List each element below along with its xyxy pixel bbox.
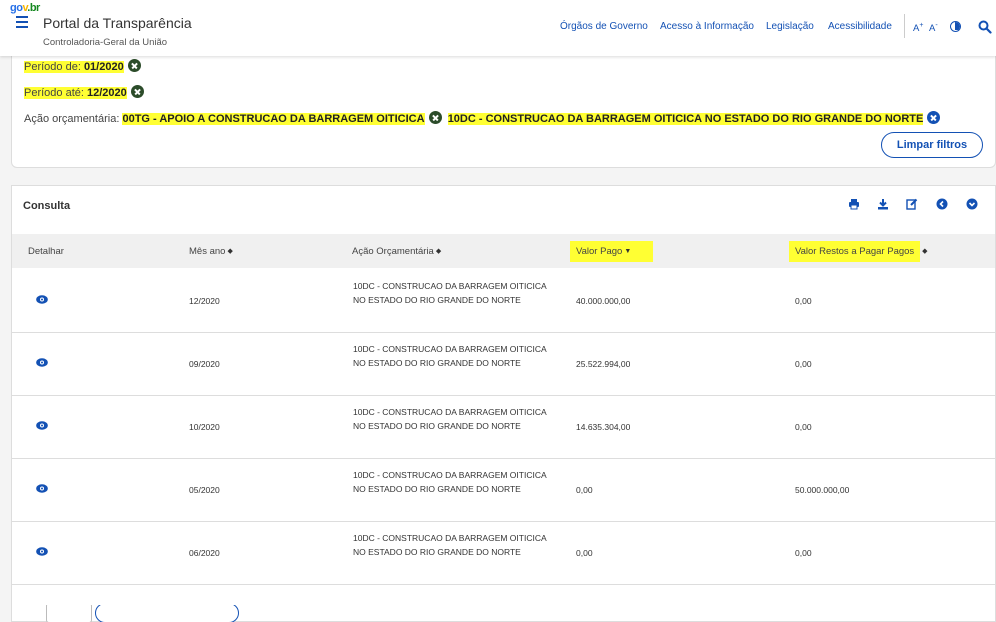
sort-icon: ◆	[922, 248, 928, 255]
table-row: 09/2020 10DC - CONSTRUCAO DA BARRAGEM OI…	[12, 332, 995, 396]
consulta-panel: Consulta Detalhar Mês ano ◆ Ação Orçament…	[11, 185, 996, 622]
cell-valor-pago: 40.000.000,00	[576, 296, 631, 306]
cell-valor-pago: 0,00	[576, 485, 593, 495]
cell-valor-pago: 14.635.304,00	[576, 422, 631, 432]
cell-valor-restos: 0,00	[795, 422, 812, 432]
hamburger-menu-icon[interactable]	[16, 16, 28, 28]
eye-icon[interactable]	[36, 547, 48, 556]
cell-mes-ano: 09/2020	[189, 359, 220, 369]
table-header: Detalhar Mês ano ◆ Ação Orçamentária ◆ Val…	[12, 234, 995, 268]
eye-icon[interactable]	[36, 484, 48, 493]
eye-icon[interactable]	[36, 295, 48, 304]
sort-desc-icon: ▼	[624, 248, 632, 255]
cell-acao: 10DC - CONSTRUCAO DA BARRAGEM OITICICA N…	[353, 470, 547, 494]
remove-filter-icon[interactable]	[428, 111, 442, 124]
search-icon[interactable]	[978, 20, 992, 34]
print-icon[interactable]	[848, 198, 860, 210]
remove-filter-icon[interactable]	[127, 59, 141, 72]
table-row: 05/2020 10DC - CONSTRUCAO DA BARRAGEM OI…	[12, 458, 995, 522]
cell-acao: 10DC - CONSTRUCAO DA BARRAGEM OITICICA N…	[353, 407, 547, 431]
col-acao-orcamentaria[interactable]: Ação Orçamentária ◆	[352, 246, 441, 257]
cell-mes-ano: 10/2020	[189, 422, 220, 432]
cell-acao: 10DC - CONSTRUCAO DA BARRAGEM OITICICA N…	[353, 281, 547, 305]
sort-icon: ◆	[227, 248, 233, 255]
nav-acessibilidade[interactable]: Acessibilidade	[828, 21, 892, 32]
col-mes-ano[interactable]: Mês ano ◆	[189, 246, 233, 257]
cell-mes-ano: 12/2020	[189, 296, 220, 306]
edit-icon[interactable]	[906, 198, 918, 210]
pagination-button[interactable]	[95, 605, 239, 622]
cell-acao: 10DC - CONSTRUCAO DA BARRAGEM OITICICA N…	[353, 344, 547, 368]
nav-acesso-informacao[interactable]: Acesso à Informação	[660, 21, 754, 32]
table-row: 10/2020 10DC - CONSTRUCAO DA BARRAGEM OI…	[12, 395, 995, 459]
pagination-bar	[0, 605, 996, 622]
cell-valor-pago: 0,00	[576, 548, 593, 558]
eye-icon[interactable]	[36, 421, 48, 430]
col-detalhar: Detalhar	[28, 246, 64, 257]
portal-subtitle: Controladoria-Geral da União	[43, 37, 168, 48]
cell-mes-ano: 06/2020	[189, 548, 220, 558]
table-row: 06/2020 10DC - CONSTRUCAO DA BARRAGEM OI…	[12, 521, 995, 585]
sort-icon: ◆	[435, 248, 442, 255]
eye-icon[interactable]	[36, 358, 48, 367]
page-size-select[interactable]	[46, 605, 92, 622]
font-increase-button[interactable]: A+	[913, 22, 923, 34]
nav-divider	[904, 14, 905, 38]
gov-br-logo[interactable]: gov.br	[10, 2, 40, 14]
cell-valor-restos: 0,00	[795, 359, 812, 369]
consulta-title: Consulta	[23, 200, 71, 212]
download-icon[interactable]	[877, 198, 889, 210]
site-header: gov.br Portal da Transparência Controlad…	[0, 0, 996, 56]
cell-valor-pago: 25.522.994,00	[576, 359, 631, 369]
nav-legislacao[interactable]: Legislação	[766, 21, 814, 32]
filter-periodo-ate: Período até: 12/2020	[24, 85, 144, 99]
portal-title[interactable]: Portal da Transparência	[43, 15, 192, 31]
cell-valor-restos: 0,00	[795, 296, 812, 306]
cell-valor-restos: 50.000.000,00	[795, 485, 850, 495]
remove-filter-icon[interactable]	[130, 85, 144, 98]
remove-filter-icon[interactable]	[927, 111, 941, 124]
cell-mes-ano: 05/2020	[189, 485, 220, 495]
chevron-left-icon[interactable]	[936, 198, 948, 210]
nav-orgaos-governo[interactable]: Órgãos de Governo	[560, 21, 648, 32]
chevron-down-icon[interactable]	[966, 198, 978, 210]
clear-filters-button[interactable]: Limpar filtros	[881, 132, 983, 158]
filter-acao-orcamentaria: Ação orçamentária: 00TG - APOIO A CONSTR…	[24, 111, 941, 125]
font-decrease-button[interactable]: A-	[929, 22, 938, 34]
col-valor-restos[interactable]: Valor Restos a Pagar Pagos ◆	[789, 241, 928, 262]
filter-periodo-de: Período de: 01/2020	[24, 59, 141, 73]
cell-valor-restos: 0,00	[795, 548, 812, 558]
filters-panel: Período de: 01/2020 Período até: 12/2020…	[11, 40, 996, 168]
cell-acao: 10DC - CONSTRUCAO DA BARRAGEM OITICICA N…	[353, 533, 547, 557]
table-row: 12/2020 10DC - CONSTRUCAO DA BARRAGEM OI…	[12, 269, 995, 333]
col-valor-pago[interactable]: Valor Pago ▼	[570, 241, 654, 262]
contrast-icon[interactable]	[950, 21, 961, 32]
